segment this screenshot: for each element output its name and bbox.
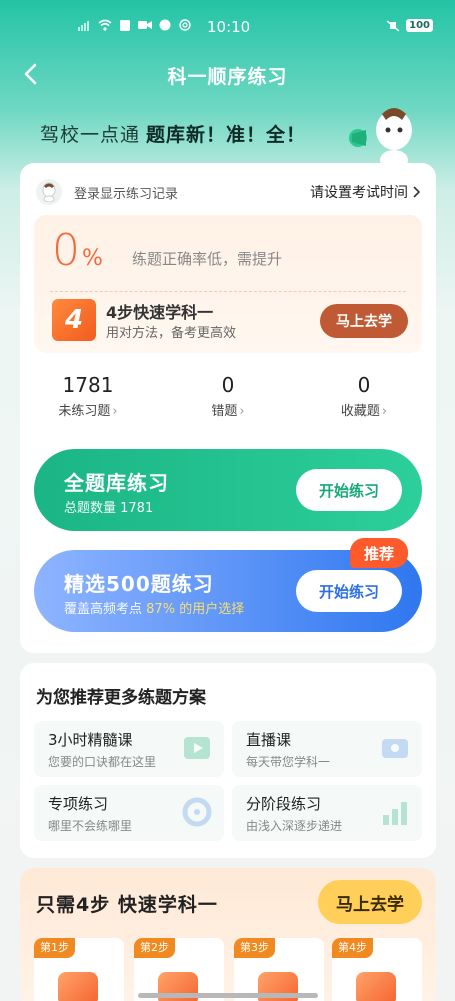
live-tv-icon (382, 739, 408, 758)
start-practice-button[interactable]: 开始练习 (296, 469, 402, 511)
video-icon (138, 21, 152, 29)
tile-title: 直播课 (246, 731, 292, 749)
start-learning-button[interactable]: 马上去学 (318, 880, 422, 924)
accuracy-number: 0 (52, 225, 80, 276)
slogan: 驾校一点通 题库新！准！全！ (40, 120, 306, 147)
login-prompt[interactable]: 登录显示练习记录 (74, 183, 178, 202)
subtitle-suffix: 的用户选择 (179, 602, 245, 617)
chevron-right-icon (413, 186, 420, 198)
step-card[interactable]: 第2步 (134, 938, 224, 1001)
bar-chart-icon (383, 802, 407, 825)
tile-title: 分阶段练习 (246, 795, 322, 813)
status-time: 10:10 (207, 18, 251, 36)
status-bar: 10:10 100 (0, 0, 455, 44)
full-bank-practice[interactable]: 全题库练习 总题数量 1781 开始练习 (34, 449, 422, 531)
quick-step-icon: 4 (52, 299, 96, 341)
tile-subtitle: 由浅入深逐步递进 (246, 819, 343, 833)
play-icon (184, 737, 210, 759)
recommend-badge: 推荐 (350, 538, 408, 568)
practice-title: 精选500题练习 (64, 572, 214, 596)
recommend-title: 为您推荐更多练题方案 (36, 688, 206, 708)
step-tag: 第2步 (134, 938, 175, 958)
step-card[interactable]: 第1步 (34, 938, 124, 1001)
start-practice-button[interactable]: 开始练习 (296, 570, 402, 612)
avatar[interactable] (36, 179, 62, 205)
mascot-illustration (349, 108, 412, 170)
accuracy-text: 练题正确率低，需提升 (132, 250, 283, 268)
battery-indicator: 100 (406, 19, 433, 32)
wifi-icon (98, 19, 112, 31)
stat-unpracticed[interactable]: 1781 未练习题 › (28, 373, 148, 419)
home-indicator[interactable] (138, 993, 318, 998)
accuracy-value: 0% (52, 225, 103, 276)
app-icon (159, 19, 171, 31)
quick-steps-card: 只需4步 快速学科一 马上去学 第1步 第2步 第3步 第4步 (20, 868, 436, 1001)
chevron-right-icon: › (381, 404, 388, 419)
stat-label-text: 收藏题 (340, 404, 380, 419)
signal-icon (78, 21, 89, 31)
accuracy-unit: % (82, 246, 103, 271)
play-icon (58, 972, 98, 1001)
subtitle-highlight: 87% (146, 602, 176, 617)
tile-essence-course[interactable]: 3小时精髓课 您要的口诀都在这里 (34, 721, 224, 777)
tile-title: 3小时精髓课 (48, 731, 133, 749)
stat-favorites[interactable]: 0 收藏题 › (304, 373, 424, 419)
exam-time-link[interactable]: 请设置考试时间 (310, 182, 420, 202)
step-tag: 第3步 (234, 938, 275, 958)
divider (50, 291, 406, 292)
clipboard-icon (120, 20, 130, 31)
login-row: 登录显示练习记录 请设置考试时间 (36, 177, 420, 207)
stat-label-text: 未练习题 (58, 404, 111, 419)
stat-label-text: 错题 (211, 404, 238, 419)
quick-step-subtitle: 用对方法，备考更高效 (106, 326, 237, 341)
tile-subtitle: 哪里不会练哪里 (48, 819, 133, 833)
status-icons (78, 19, 192, 31)
trend-icon (356, 972, 396, 1001)
mute-icon (386, 19, 400, 32)
start-learning-button[interactable]: 马上去学 (320, 304, 408, 338)
fingerprint-icon (179, 19, 191, 31)
slogan-bold: 题库新！准！全！ (146, 124, 307, 146)
stat-label: 收藏题 › (304, 400, 424, 419)
recommend-card: 为您推荐更多练题方案 3小时精髓课 您要的口诀都在这里 直播课 每天带您学科一 … (20, 663, 436, 858)
tile-subtitle: 每天带您学科一 (246, 755, 331, 769)
stats-row: 1781 未练习题 › 0 错题 › 0 收藏题 › (20, 373, 436, 423)
stat-label: 未练习题 › (28, 400, 148, 419)
user-avatar-icon (42, 182, 56, 202)
status-right: 100 (386, 19, 433, 32)
tile-title: 专项练习 (48, 795, 109, 813)
practice-subtitle: 覆盖高频考点 87% 的用户选择 (64, 598, 244, 617)
page-title: 科一顺序练习 (167, 66, 288, 88)
quick-step-title: 4步快速学科一 (106, 303, 214, 322)
stat-value: 1781 (62, 373, 114, 397)
exam-time-label: 请设置考试时间 (310, 185, 408, 201)
target-icon (182, 797, 212, 827)
tile-live-course[interactable]: 直播课 每天带您学科一 (232, 721, 422, 777)
subtitle-prefix: 覆盖高频考点 (64, 602, 143, 617)
slogan-prefix: 驾校一点通 (40, 124, 141, 146)
stat-value: 0 (357, 373, 371, 397)
step-card[interactable]: 第3步 (234, 938, 324, 1001)
steps-title: 只需4步 快速学科一 (36, 894, 218, 916)
chevron-right-icon: › (112, 404, 118, 419)
step-tag: 第4步 (332, 938, 373, 958)
step-tag: 第1步 (34, 938, 75, 958)
nav-bar: 科一顺序练习 (0, 52, 455, 96)
practice-subtitle: 总题数量 1781 (64, 501, 154, 516)
practice-card: 登录显示练习记录 请设置考试时间 0% 练题正确率低，需提升 4 4步快速学科一… (20, 163, 436, 653)
selected-500-practice[interactable]: 精选500题练习 覆盖高频考点 87% 的用户选择 开始练习 推荐 (34, 538, 422, 632)
practice-title: 全题库练习 (64, 471, 169, 495)
stat-value: 0 (221, 373, 235, 397)
stat-label: 错题 › (168, 400, 288, 419)
accuracy-box: 0% 练题正确率低，需提升 4 4步快速学科一 用对方法，备考更高效 马上去学 (34, 215, 422, 353)
tile-special-practice[interactable]: 专项练习 哪里不会练哪里 (34, 785, 224, 841)
stat-wrong[interactable]: 0 错题 › (168, 373, 288, 419)
tile-subtitle: 您要的口诀都在这里 (48, 755, 157, 769)
tile-stage-practice[interactable]: 分阶段练习 由浅入深逐步递进 (232, 785, 422, 841)
chevron-right-icon: › (239, 404, 245, 419)
step-card[interactable]: 第4步 (332, 938, 422, 1001)
